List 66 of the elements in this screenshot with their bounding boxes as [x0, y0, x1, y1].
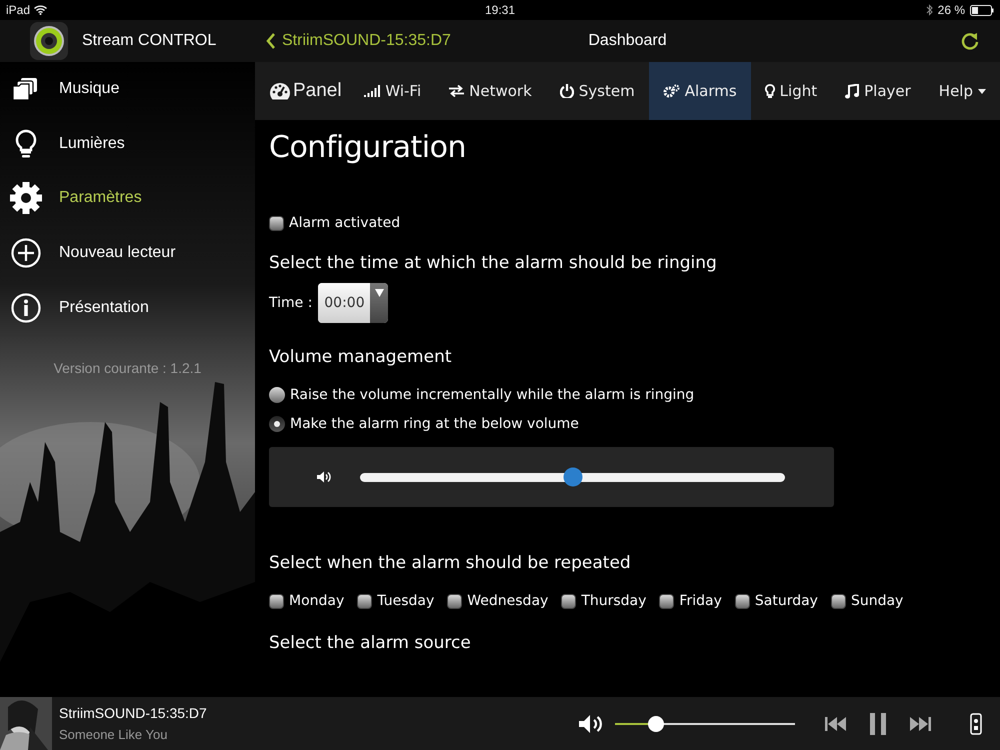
- remote-button[interactable]: [970, 712, 982, 734]
- back-button[interactable]: StriimSOUND-15:35:D7: [266, 32, 451, 50]
- panel-brand[interactable]: Panel: [255, 62, 348, 120]
- time-select[interactable]: 00:00: [318, 283, 388, 323]
- track-title: StriimSOUND-15:35:D7: [59, 705, 208, 721]
- checkbox[interactable]: [561, 594, 576, 608]
- next-button[interactable]: [909, 716, 931, 730]
- power-icon: [560, 84, 574, 98]
- checkbox-label: Wednesday: [467, 593, 548, 609]
- checkbox[interactable]: [830, 594, 846, 608]
- volume-icon: [579, 714, 605, 734]
- page-title: Dashboard: [588, 32, 667, 50]
- section-heading: Select when the alarm should be repeated: [269, 553, 632, 573]
- checkbox-label: Thursday: [581, 593, 646, 609]
- bluetooth-icon: [926, 4, 933, 16]
- speaker-icon: [317, 471, 332, 483]
- battery-percentage: 26 %: [938, 3, 965, 17]
- section-heading: Select the time at which the alarm should be ringing: [269, 253, 718, 273]
- checkbox-label: Sunday: [850, 593, 904, 609]
- track-subtitle: Someone Like You: [59, 727, 168, 742]
- light-bulb-icon: [764, 84, 775, 98]
- checkbox-label: Alarm activated: [289, 215, 400, 231]
- checkbox-label: Saturday: [754, 593, 818, 609]
- field-label: Time :: [269, 295, 312, 311]
- section-heading: Select the alarm source: [269, 633, 472, 653]
- gears-icon: [662, 84, 680, 98]
- slider-thumb[interactable]: [563, 468, 582, 486]
- chevron-left-icon: [266, 33, 276, 49]
- radio-button[interactable]: [269, 416, 285, 432]
- checkbox[interactable]: [734, 594, 750, 608]
- nav-tab[interactable]: Light: [750, 62, 832, 120]
- refresh-icon[interactable]: [960, 30, 980, 52]
- checkbox[interactable]: [269, 216, 284, 230]
- music-note-icon: [845, 84, 860, 98]
- nav-tab[interactable]: Network: [435, 62, 546, 120]
- clock-time: 19:31: [484, 3, 516, 17]
- wifi-icon: [34, 5, 48, 15]
- checkbox[interactable]: [447, 594, 462, 608]
- nav-tab[interactable]: Alarms: [648, 62, 751, 120]
- volume-slider[interactable]: [360, 468, 785, 486]
- previous-button[interactable]: [825, 716, 847, 730]
- radio-label: Make the alarm ring at the below volume: [290, 416, 579, 432]
- checkbox[interactable]: [659, 594, 674, 608]
- signal-bars-icon: [364, 85, 380, 97]
- app-name: Stream CONTROL: [82, 32, 216, 50]
- checkbox[interactable]: [269, 594, 284, 608]
- radio-label: Raise the volume incrementally while the alarm is ringing: [290, 387, 694, 403]
- checkbox-label: Tuesday: [377, 593, 434, 609]
- pause-button[interactable]: [869, 712, 887, 734]
- caret-icon: [374, 289, 384, 297]
- checkbox-label: Monday: [289, 593, 344, 609]
- checkbox[interactable]: [357, 594, 372, 608]
- battery-icon: [970, 4, 994, 16]
- nav-tab[interactable]: Player: [831, 62, 925, 120]
- caret-icon: [978, 88, 986, 94]
- nav-tab[interactable]: Wi-Fi: [350, 62, 436, 120]
- arrows-icon: [449, 85, 464, 97]
- page-heading: Configuration: [269, 130, 467, 165]
- section-heading: Volume management: [269, 347, 453, 367]
- radio-button[interactable]: [269, 387, 285, 403]
- slider-thumb[interactable]: [648, 716, 664, 732]
- device-label: iPad: [6, 3, 30, 17]
- nav-dropdown[interactable]: Help: [924, 62, 1000, 120]
- checkbox-label: Friday: [679, 593, 722, 609]
- gauge-icon: [269, 82, 291, 100]
- nav-tab[interactable]: System: [546, 62, 649, 120]
